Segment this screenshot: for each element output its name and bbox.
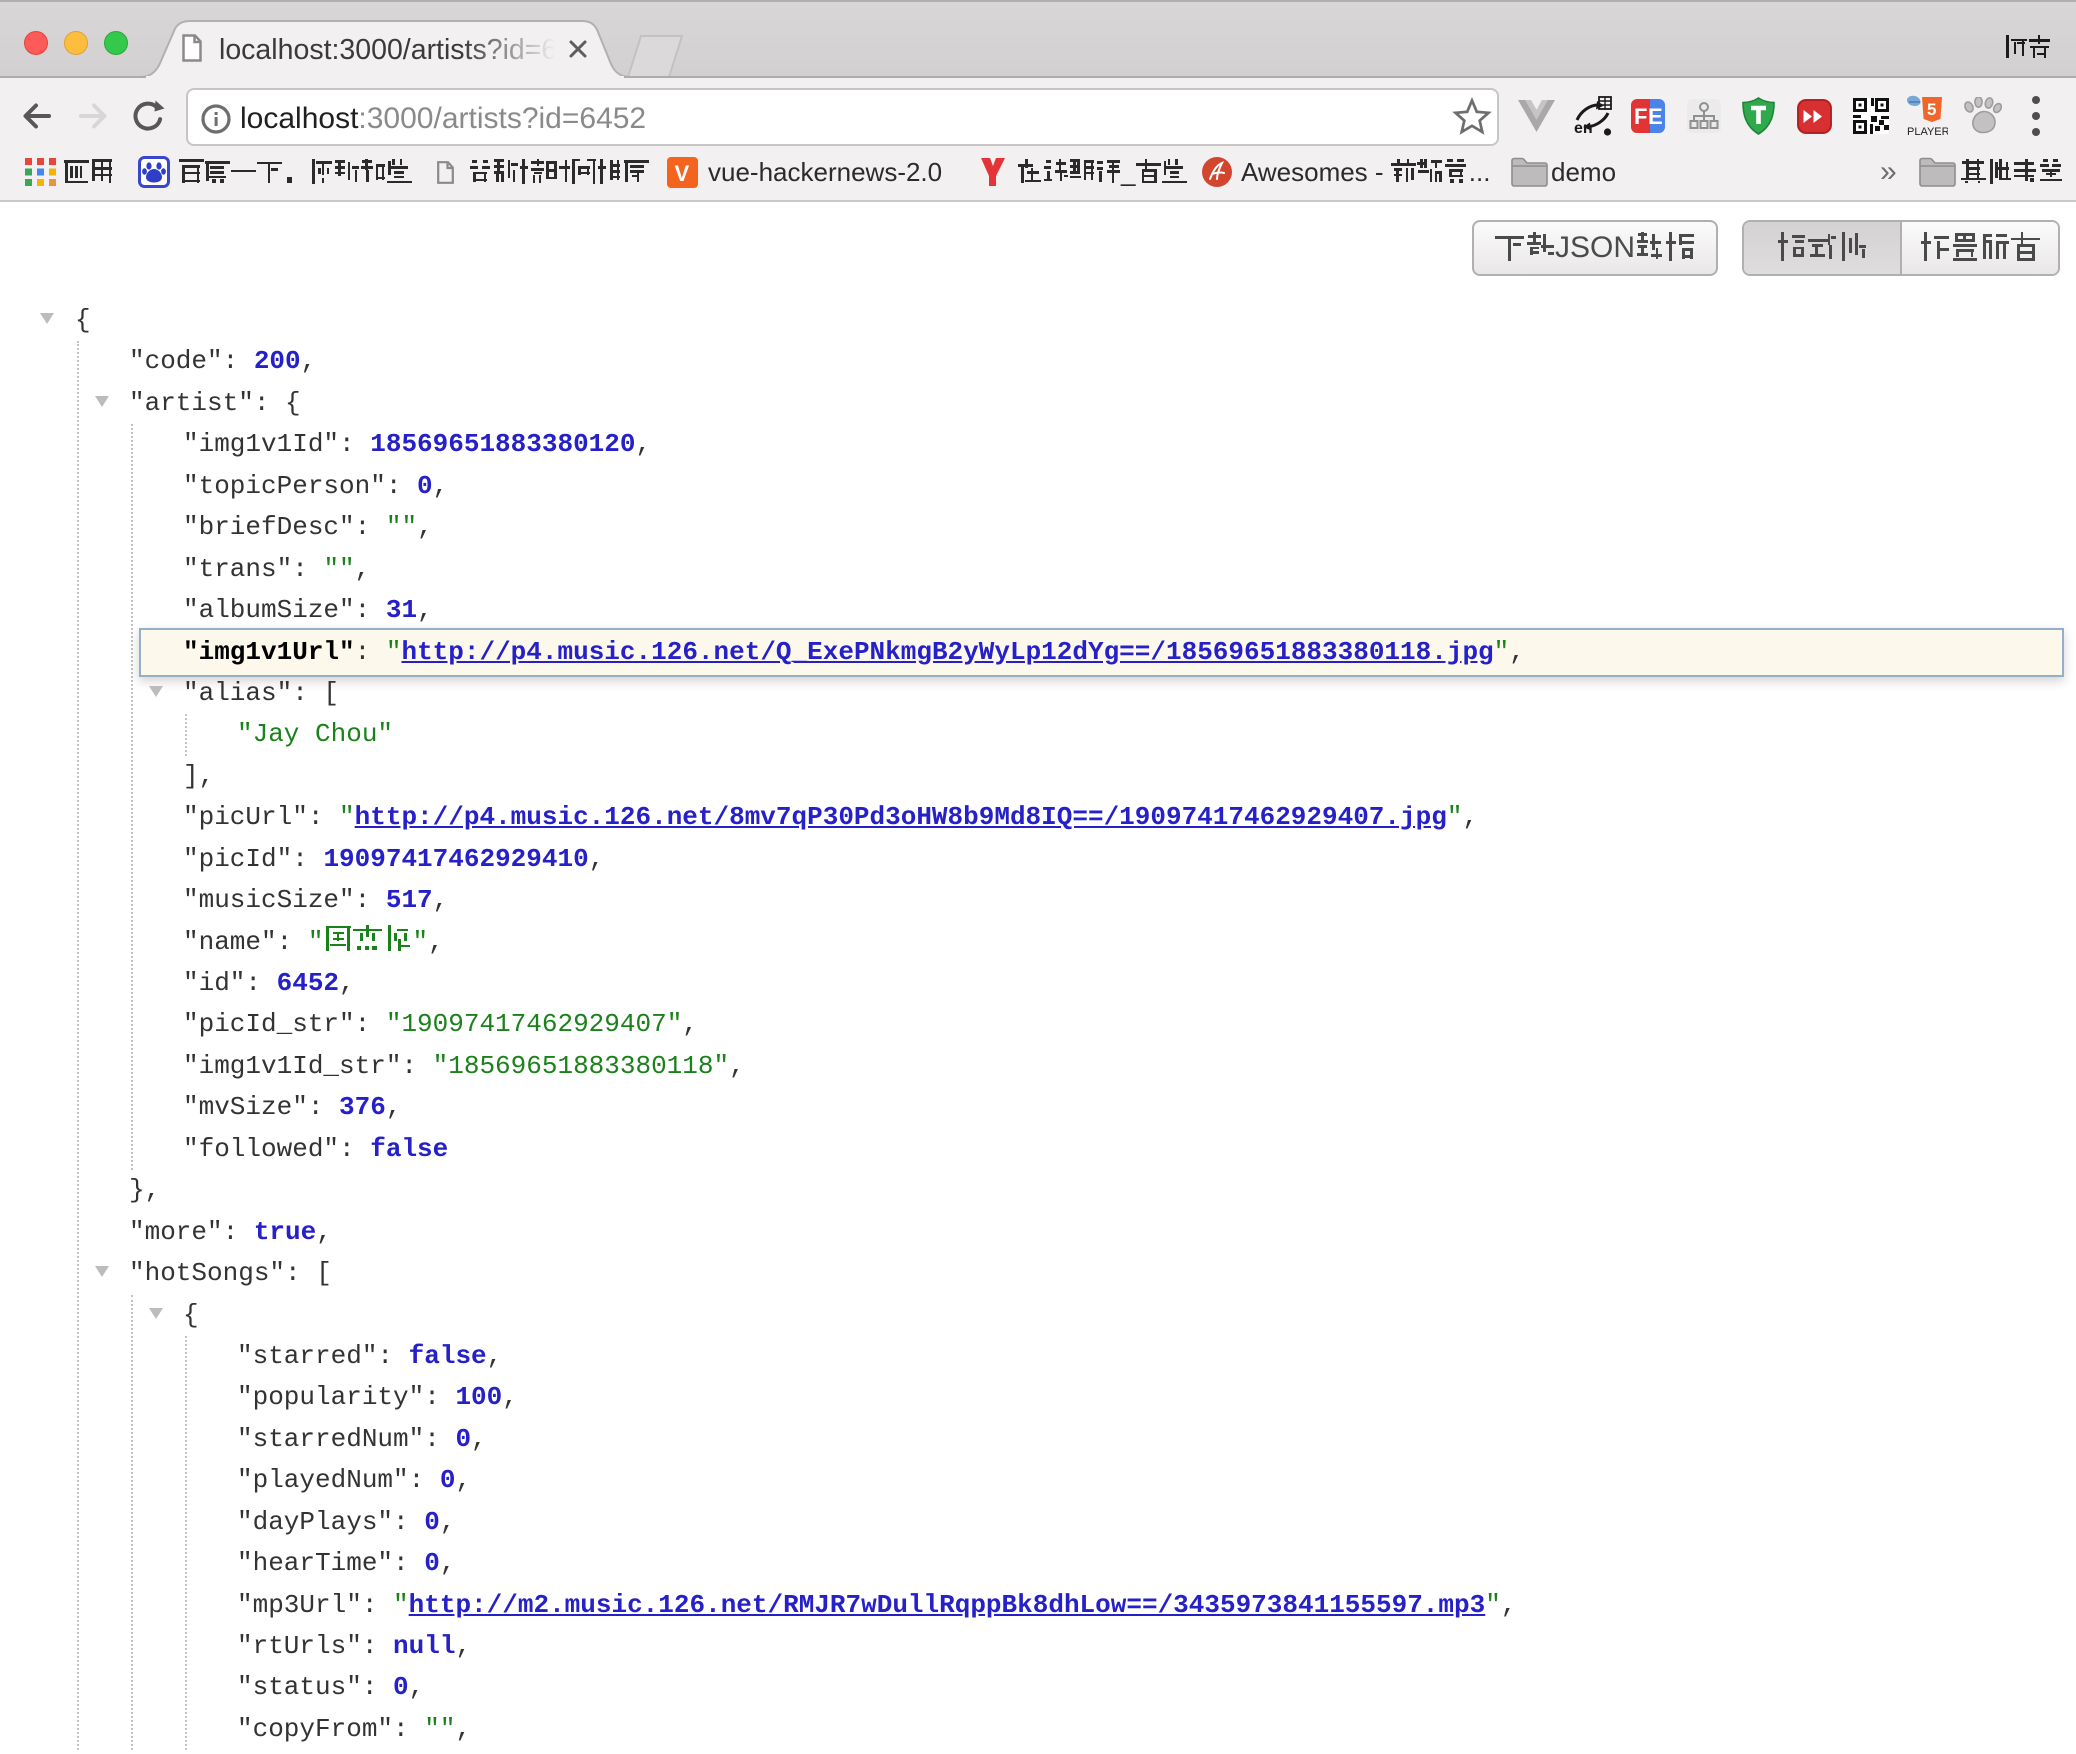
svg-text:5: 5 [1927, 100, 1936, 119]
svg-text:E: E [1648, 104, 1663, 129]
svg-text:V: V [675, 161, 690, 186]
svg-text:F: F [1634, 104, 1647, 129]
svg-text:PLAYER: PLAYER [1907, 126, 1948, 137]
svg-text:en: en [1574, 120, 1593, 136]
